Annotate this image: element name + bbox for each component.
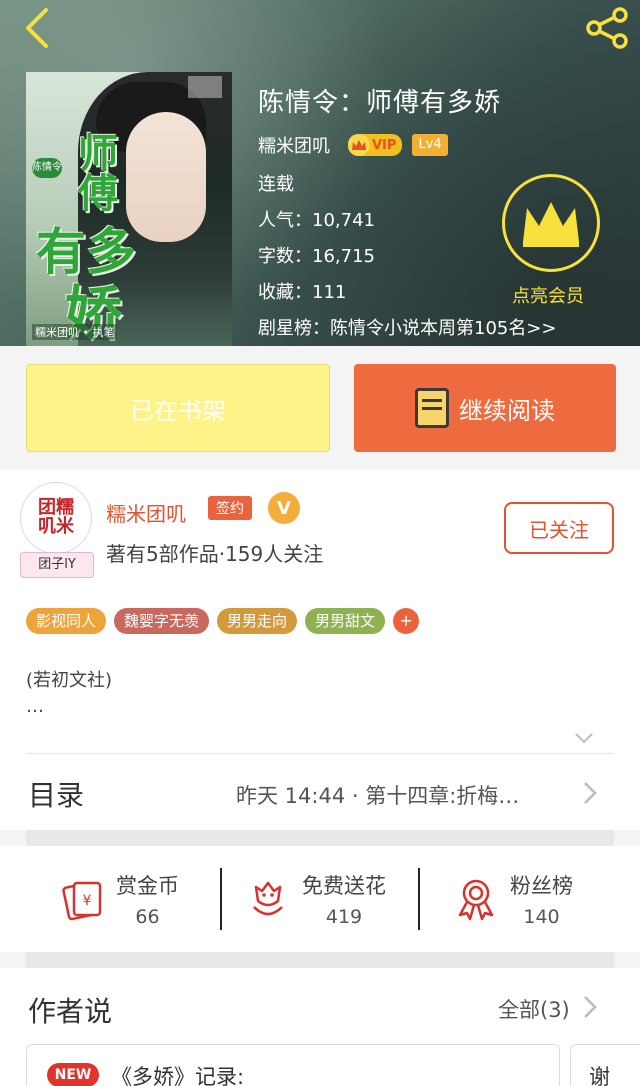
author-section: 团糯叽米 团子lY 糯米团叽 签约 V 著有5部作品·159人关注 已关注 影视… bbox=[0, 470, 640, 770]
description-line-1: (若初文社) bbox=[26, 670, 113, 691]
more-tags-button[interactable]: + bbox=[393, 608, 420, 634]
free-flower-label: 免费送花 bbox=[302, 874, 386, 898]
fan-ranking-label: 粉丝榜 bbox=[510, 874, 573, 898]
book-author-name[interactable]: 糯米团叽 bbox=[258, 132, 330, 158]
level-badge: Lv4 bbox=[412, 134, 448, 156]
share-button[interactable] bbox=[582, 6, 632, 50]
book-favorites: 收藏：111 bbox=[258, 282, 347, 303]
author-says-title: 作者说 bbox=[28, 995, 113, 1028]
cover-stamp bbox=[188, 76, 222, 98]
cover-author-line: 糯米团叽 • 执笔 bbox=[32, 324, 118, 340]
book-cover[interactable]: 师傅 有多 娇 陈情令 糯米团叽 • 执笔 bbox=[26, 72, 232, 346]
tag-item[interactable]: 魏婴字无羡 bbox=[114, 608, 210, 634]
book-title: 陈情令：师傅有多娇 bbox=[258, 88, 502, 118]
author-note-text: 谢 bbox=[589, 1065, 610, 1086]
vip-promo-label[interactable]: 点亮会员 bbox=[512, 282, 584, 308]
author-stats: 著有5部作品·159人关注 bbox=[106, 542, 324, 566]
book-header: 师傅 有多 娇 陈情令 糯米团叽 • 执笔 陈情令：师傅有多娇 糯米团叽 VIP… bbox=[0, 0, 640, 346]
cover-series-badge: 陈情令 bbox=[32, 158, 62, 178]
tag-list: 影视同人 魏婴字无羡 男男走向 男男甜文 + bbox=[26, 608, 420, 634]
book-author-row: 糯米团叽 VIP Lv4 bbox=[258, 132, 558, 158]
in-bookshelf-button[interactable]: 已在书架 bbox=[26, 364, 330, 452]
section-gap bbox=[26, 952, 614, 968]
divider bbox=[220, 868, 222, 930]
svg-text:¥: ¥ bbox=[83, 893, 92, 909]
flower-icon bbox=[253, 881, 283, 916]
signed-badge: 签约 bbox=[208, 496, 252, 520]
table-of-contents-row[interactable]: 目录 昨天 14:44 · 第十四章:折梅… bbox=[0, 754, 640, 830]
free-flower-count: 419 bbox=[325, 906, 363, 928]
new-badge: NEW bbox=[47, 1063, 99, 1086]
description-line-2: … bbox=[26, 696, 44, 717]
tag-item[interactable]: 影视同人 bbox=[26, 608, 107, 634]
author-says-section: 作者说 全部(3) NEW 《多娇》记录: 谢 bbox=[0, 968, 640, 1086]
chevron-down-icon[interactable] bbox=[574, 728, 594, 748]
free-flower-button[interactable]: 免费送花 419 bbox=[246, 846, 386, 952]
book-icon bbox=[415, 388, 449, 428]
vip-badge: VIP bbox=[348, 134, 403, 156]
author-name[interactable]: 糯米团叽 bbox=[106, 498, 186, 527]
verified-v-icon: V bbox=[268, 492, 300, 524]
share-icon bbox=[586, 7, 628, 49]
continue-reading-label: 继续阅读 bbox=[459, 396, 555, 425]
book-rank-link[interactable]: 剧星榜：陈情令小说本周第105名>> bbox=[258, 314, 557, 340]
crown-icon bbox=[348, 134, 370, 156]
reward-coins-count: 66 bbox=[135, 906, 160, 928]
reward-coins-label: 赏金币 bbox=[116, 874, 179, 898]
crown-icon bbox=[523, 202, 579, 247]
continue-reading-button[interactable]: 继续阅读 bbox=[354, 364, 616, 452]
view-all-link[interactable]: 全部(3) bbox=[498, 994, 570, 1024]
follow-button[interactable]: 已关注 bbox=[504, 502, 614, 554]
toc-label: 目录 bbox=[28, 779, 85, 812]
author-note-card[interactable]: 谢 bbox=[570, 1044, 640, 1086]
author-note-card[interactable]: NEW 《多娇》记录: bbox=[26, 1044, 560, 1086]
reward-coins-button[interactable]: ¥ 赏金币 66 bbox=[60, 846, 179, 952]
action-row: ¥ 赏金币 66 免费送花 419 粉丝榜 140 bbox=[0, 846, 640, 952]
tag-item[interactable]: 男男甜文 bbox=[305, 608, 386, 634]
book-word-count: 字数：16,715 bbox=[258, 246, 375, 267]
section-gap bbox=[26, 830, 614, 846]
book-status: 连载 bbox=[258, 174, 294, 195]
fan-ranking-count: 140 bbox=[523, 906, 560, 928]
author-avatar[interactable]: 团糯叽米 bbox=[20, 482, 92, 554]
chevron-right-icon[interactable] bbox=[580, 994, 600, 1020]
back-arrow-icon bbox=[26, 8, 48, 48]
book-info: 陈情令：师傅有多娇 糯米团叽 VIP Lv4 连载 人气：10,741 字数：1… bbox=[258, 82, 557, 339]
medal-icon bbox=[458, 879, 494, 921]
divider bbox=[418, 868, 420, 930]
cover-title-line-1: 师傅 bbox=[71, 132, 118, 212]
author-note-text: 《多娇》记录: bbox=[111, 1065, 245, 1086]
back-button[interactable] bbox=[14, 6, 58, 50]
fan-ranking-button[interactable]: 粉丝榜 140 bbox=[454, 846, 573, 952]
book-popularity: 人气：10,741 bbox=[258, 210, 375, 231]
vip-promo-button[interactable] bbox=[502, 174, 600, 272]
avatar-tag: 团子lY bbox=[20, 552, 94, 578]
tag-item[interactable]: 男男走向 bbox=[217, 608, 298, 634]
chevron-right-icon bbox=[584, 782, 597, 804]
red-envelope-icon: ¥ bbox=[62, 881, 102, 921]
latest-chapter: 昨天 14:44 · 第十四章:折梅… bbox=[236, 784, 520, 808]
